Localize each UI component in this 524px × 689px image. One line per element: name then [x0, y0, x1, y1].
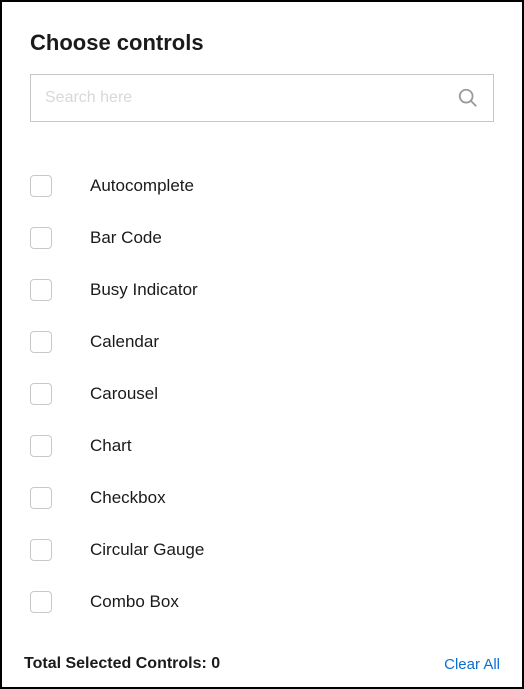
total-label: Total Selected Controls: [24, 655, 207, 672]
item-label[interactable]: Calendar [90, 332, 159, 352]
choose-controls-panel: Choose controls Autocomplete Bar Code Busy… [0, 0, 524, 689]
checkbox[interactable] [30, 227, 52, 249]
item-label[interactable]: Autocomplete [90, 176, 194, 196]
list-item[interactable]: Circular Gauge [30, 524, 494, 576]
search-input[interactable] [31, 75, 457, 121]
checkbox[interactable] [30, 331, 52, 353]
list-item[interactable]: Combo Box [30, 576, 494, 628]
search-box[interactable] [30, 74, 494, 122]
item-label[interactable]: Chart [90, 436, 132, 456]
list-item[interactable]: Busy Indicator [30, 264, 494, 316]
checkbox[interactable] [30, 435, 52, 457]
list-item[interactable]: Calendar [30, 316, 494, 368]
item-label[interactable]: Circular Gauge [90, 540, 204, 560]
list-item[interactable]: Bar Code [30, 212, 494, 264]
clear-all-button[interactable]: Clear All [444, 656, 500, 673]
checkbox[interactable] [30, 591, 52, 613]
list-item[interactable]: Carousel [30, 368, 494, 420]
search-icon [457, 87, 479, 109]
item-label[interactable]: Combo Box [90, 592, 179, 612]
checkbox[interactable] [30, 539, 52, 561]
checkbox[interactable] [30, 175, 52, 197]
list-item[interactable]: Checkbox [30, 472, 494, 524]
item-label[interactable]: Bar Code [90, 228, 162, 248]
checkbox[interactable] [30, 487, 52, 509]
checkbox[interactable] [30, 279, 52, 301]
panel-title: Choose controls [30, 30, 494, 56]
search-container [2, 74, 522, 140]
total-count: 0 [211, 655, 220, 672]
item-label[interactable]: Busy Indicator [90, 280, 198, 300]
panel-header: Choose controls [2, 2, 522, 74]
item-label[interactable]: Carousel [90, 384, 158, 404]
panel-footer: Total Selected Controls: 0 Clear All [2, 643, 522, 687]
checkbox[interactable] [30, 383, 52, 405]
total-selected-text: Total Selected Controls: 0 [24, 655, 220, 673]
list-item[interactable]: Autocomplete [30, 160, 494, 212]
controls-list[interactable]: Autocomplete Bar Code Busy Indicator Calend… [2, 140, 522, 643]
item-label[interactable]: Checkbox [90, 488, 166, 508]
list-item[interactable]: Chart [30, 420, 494, 472]
